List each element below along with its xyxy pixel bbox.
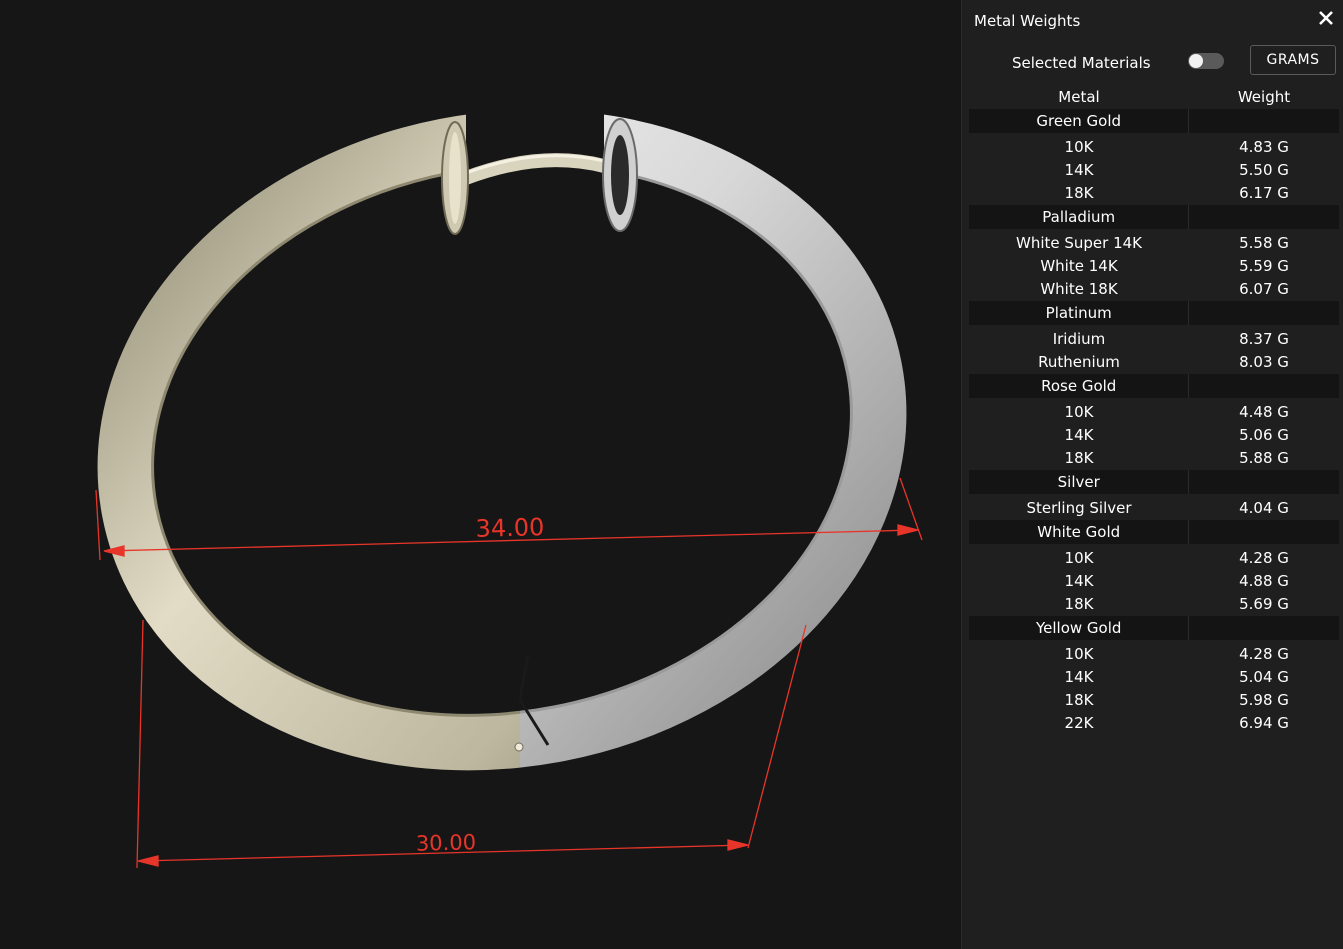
weight-cell: 4.28 G: [1239, 548, 1289, 567]
table-row[interactable]: 10K 4.48 G: [969, 400, 1339, 423]
weight-cell: 5.69 G: [1239, 594, 1289, 613]
weight-cell: 5.59 G: [1239, 256, 1289, 275]
weight-cell: 5.58 G: [1239, 233, 1289, 252]
toggle-knob: [1189, 54, 1203, 68]
weight-cell: 5.06 G: [1239, 425, 1289, 444]
metal-cell: 18K: [1064, 690, 1094, 709]
table-row[interactable]: Sterling Silver 4.04 G: [969, 496, 1339, 519]
weight-cell: 5.04 G: [1239, 667, 1289, 686]
close-button[interactable]: [1314, 6, 1338, 30]
table-row[interactable]: 10K 4.83 G: [969, 135, 1339, 158]
weight-cell: 4.48 G: [1239, 402, 1289, 421]
weight-cell: 5.98 G: [1239, 690, 1289, 709]
units-button[interactable]: GRAMS: [1250, 45, 1336, 75]
table-row[interactable]: 14K 5.04 G: [969, 665, 1339, 688]
weight-cell: 4.88 G: [1239, 571, 1289, 590]
group-name: Palladium: [969, 205, 1190, 229]
selected-materials-toggle[interactable]: [1188, 53, 1224, 69]
group-name: Silver: [969, 470, 1190, 494]
metal-cell: 10K: [1064, 137, 1094, 156]
table-row[interactable]: 14K 5.50 G: [969, 158, 1339, 181]
table-row[interactable]: White 18K 6.07 G: [969, 277, 1339, 300]
metal-cell: 14K: [1064, 667, 1094, 686]
metal-cell: White Super 14K: [1015, 233, 1143, 252]
weight-cell: 5.88 G: [1239, 448, 1289, 467]
weight-cell: 5.50 G: [1239, 160, 1289, 179]
metal-weights-panel: Metal Weights Selected Materials GRAMS M…: [961, 0, 1343, 949]
weight-cell: 6.94 G: [1239, 713, 1289, 732]
table-row[interactable]: White Super 14K 5.58 G: [969, 231, 1339, 254]
metal-cell: 18K: [1064, 594, 1094, 613]
metal-cell: 22K: [1064, 713, 1094, 732]
group-weight-empty: [1189, 301, 1339, 325]
panel-title: Metal Weights: [974, 12, 1081, 30]
weight-cell: 4.04 G: [1239, 498, 1289, 517]
weight-cell: 4.83 G: [1239, 137, 1289, 156]
table-row[interactable]: 18K 5.69 G: [969, 592, 1339, 615]
weight-cell: 6.17 G: [1239, 183, 1289, 202]
metal-cell: 10K: [1064, 402, 1094, 421]
weight-cell: 4.28 G: [1239, 644, 1289, 663]
table-row[interactable]: 22K 6.94 G: [969, 711, 1339, 734]
metal-cell: Sterling Silver: [1026, 498, 1132, 517]
column-header-metal: Metal: [1058, 88, 1100, 106]
group-name: Green Gold: [969, 109, 1190, 133]
group-header-row: White Gold: [969, 520, 1339, 544]
group-header-row: Rose Gold: [969, 374, 1339, 398]
dimension-outer-label: 34.00: [475, 513, 544, 543]
metal-cell: White 14K: [1040, 256, 1118, 275]
weight-cell: 8.37 G: [1239, 329, 1289, 348]
group-header-row: Green Gold: [969, 109, 1339, 133]
table-row[interactable]: 18K 5.98 G: [969, 688, 1339, 711]
metal-cell: 18K: [1064, 183, 1094, 202]
group-header-row: Silver: [969, 470, 1339, 494]
metal-cell: 14K: [1064, 160, 1094, 179]
metal-cell: White 18K: [1040, 279, 1118, 298]
group-weight-empty: [1189, 470, 1339, 494]
metal-cell: 10K: [1064, 644, 1094, 663]
table-row[interactable]: Ruthenium 8.03 G: [969, 350, 1339, 373]
table-header-row: Metal Weight: [969, 86, 1339, 108]
table-row[interactable]: White 14K 5.59 G: [969, 254, 1339, 277]
model-viewport[interactable]: 34.00 30.00: [0, 0, 952, 949]
group-weight-empty: [1189, 520, 1339, 544]
bangle-model-render[interactable]: 34.00 30.00: [0, 0, 952, 949]
group-weight-empty: [1189, 616, 1339, 640]
metal-cell: 14K: [1064, 425, 1094, 444]
table-row[interactable]: 10K 4.28 G: [969, 642, 1339, 665]
group-header-row: Yellow Gold: [969, 616, 1339, 640]
group-name: Platinum: [969, 301, 1190, 325]
group-name: Yellow Gold: [969, 616, 1190, 640]
metal-cell: 10K: [1064, 548, 1094, 567]
group-weight-empty: [1189, 374, 1339, 398]
group-weight-empty: [1189, 205, 1339, 229]
group-name: White Gold: [969, 520, 1190, 544]
weight-cell: 6.07 G: [1239, 279, 1289, 298]
table-row[interactable]: 10K 4.28 G: [969, 546, 1339, 569]
weights-table: Metal Weight Green Gold 10K 4.83 G 14K 5.50 …: [969, 86, 1339, 734]
table-row[interactable]: 18K 5.88 G: [969, 446, 1339, 469]
close-icon: [1319, 11, 1333, 25]
column-header-weight: Weight: [1237, 88, 1291, 106]
table-row[interactable]: 18K 6.17 G: [969, 181, 1339, 204]
table-row[interactable]: 14K 5.06 G: [969, 423, 1339, 446]
group-header-row: Palladium: [969, 205, 1339, 229]
table-row[interactable]: 14K 4.88 G: [969, 569, 1339, 592]
dimension-inner-label: 30.00: [416, 830, 477, 856]
selected-materials-label: Selected Materials: [1012, 54, 1151, 72]
metal-cell: 18K: [1064, 448, 1094, 467]
group-weight-empty: [1189, 109, 1339, 133]
metal-cell: Iridium: [1052, 329, 1106, 348]
table-row[interactable]: Iridium 8.37 G: [969, 327, 1339, 350]
weight-cell: 8.03 G: [1239, 352, 1289, 371]
metal-cell: Ruthenium: [1038, 352, 1120, 371]
metal-cell: 14K: [1064, 571, 1094, 590]
group-name: Rose Gold: [969, 374, 1190, 398]
group-header-row: Platinum: [969, 301, 1339, 325]
